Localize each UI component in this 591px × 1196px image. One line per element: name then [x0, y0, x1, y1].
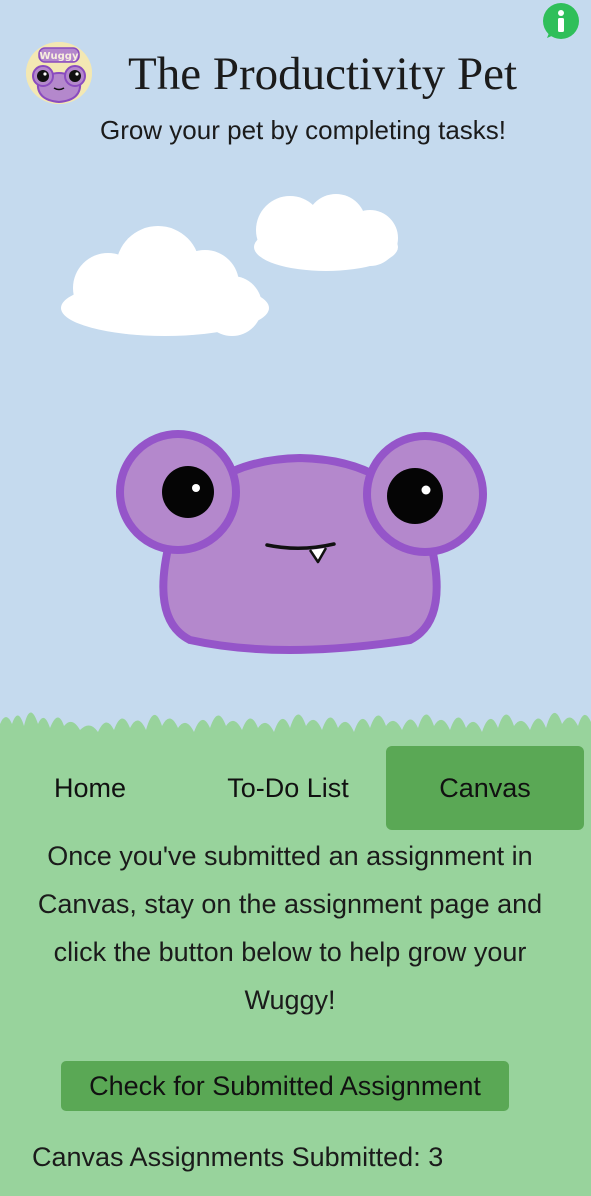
- canvas-instructions: Once you've submitted an assignment in C…: [37, 841, 543, 1015]
- clouds-illustration: [61, 194, 398, 336]
- wuggy-logo-icon: Wuggy: [26, 42, 92, 104]
- tab-home[interactable]: Home: [0, 746, 180, 830]
- tab-todo-list[interactable]: To-Do List: [192, 746, 384, 830]
- page-subtitle: Grow your pet by completing tasks!: [99, 115, 507, 145]
- nav-tabs: Home To-Do List Canvas: [0, 746, 591, 830]
- pet-left-eye: [162, 466, 214, 518]
- page-title: The Productivity Pet: [128, 48, 518, 100]
- info-icon: [544, 4, 578, 38]
- wuggy-pet-illustration: [116, 430, 487, 654]
- info-button[interactable]: [543, 3, 579, 39]
- tab-canvas[interactable]: Canvas: [386, 746, 584, 830]
- grass-illustration: [0, 712, 591, 750]
- cloud-left: [61, 226, 269, 336]
- cloud-right: [254, 194, 398, 271]
- app-logo: Wuggy: [26, 42, 92, 104]
- check-submitted-assignment-button[interactable]: Check for Submitted Assignment: [61, 1061, 509, 1111]
- assignments-submitted-count: Canvas Assignments Submitted: 3: [32, 1142, 444, 1172]
- logo-text: Wuggy: [40, 51, 79, 62]
- pet-right-eye: [387, 468, 443, 524]
